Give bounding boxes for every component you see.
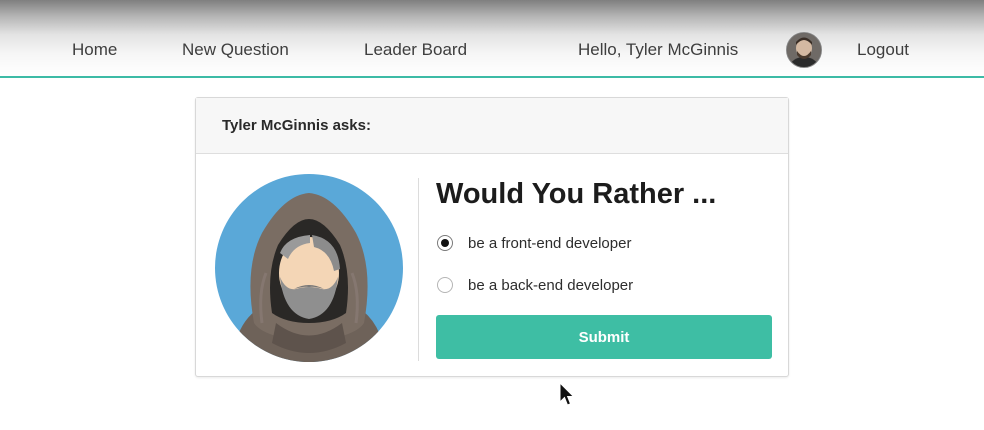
- user-greeting: Hello, Tyler McGinnis: [578, 40, 739, 59]
- hooded-man-avatar-icon: [214, 173, 404, 363]
- submit-button[interactable]: Submit: [436, 315, 772, 359]
- poll-author-heading: Tyler McGinnis asks:: [222, 117, 371, 134]
- mouse-pointer-icon: [559, 382, 575, 406]
- small-avatar-graphic: [787, 33, 821, 67]
- radio-front-end[interactable]: [437, 235, 453, 251]
- top-navbar: Home New Question Leader Board Hello, Ty…: [0, 0, 984, 78]
- poll-card: Tyler McGinnis asks: Would You Rather ..…: [195, 97, 789, 377]
- user-avatar-icon: [786, 32, 822, 68]
- vertical-divider: [418, 178, 419, 361]
- option-front-end-label: be a front-end developer: [468, 235, 632, 252]
- app-root: Home New Question Leader Board Hello, Ty…: [0, 0, 984, 430]
- option-back-end-label: be a back-end developer: [468, 277, 634, 294]
- author-avatar-graphic: [215, 174, 403, 362]
- nav-leader-board-link[interactable]: Leader Board: [364, 40, 467, 60]
- nav-logout-link[interactable]: Logout: [857, 40, 909, 60]
- poll-card-header: Tyler McGinnis asks:: [196, 98, 788, 154]
- nav-home-link[interactable]: Home: [72, 40, 117, 60]
- nav-new-question-link[interactable]: New Question: [182, 40, 289, 60]
- radio-back-end[interactable]: [437, 277, 453, 293]
- question-title: Would You Rather ...: [436, 178, 717, 210]
